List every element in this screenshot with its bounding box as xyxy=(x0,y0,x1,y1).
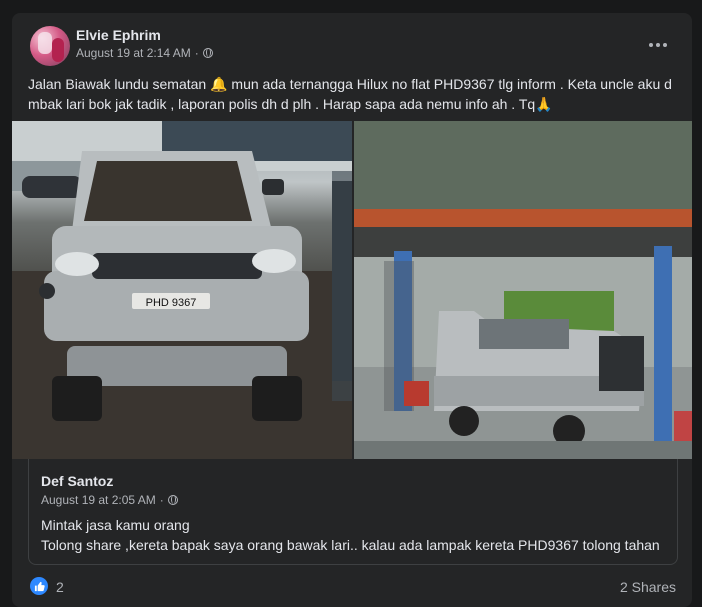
shared-line-2: Tolong share ,kereta bapak saya orang ba… xyxy=(41,537,660,553)
post-author-name[interactable]: Elvie Ephrim xyxy=(76,27,161,43)
more-options-icon[interactable] xyxy=(640,35,676,55)
reaction-count[interactable]: 2 xyxy=(56,579,64,595)
like-icon[interactable] xyxy=(30,577,48,595)
shared-meta: August 19 at 2:05 AM · xyxy=(41,493,178,507)
photo-front-view[interactable]: PHD 9367 xyxy=(12,121,352,459)
pray-emoji-icon: 🙏 xyxy=(535,96,553,112)
shared-post[interactable]: Def Santoz August 19 at 2:05 AM · Mintak… xyxy=(28,459,678,565)
bell-emoji-icon: 🔔 xyxy=(210,76,228,92)
truck-workshop-illustration xyxy=(354,121,692,459)
post-header: Elvie Ephrim August 19 at 2:14 AM · xyxy=(12,13,692,73)
shared-body-text: Mintak jasa kamu orang Tolong share ,ker… xyxy=(41,515,671,555)
photo-workshop-view[interactable] xyxy=(354,121,692,459)
shared-author-name[interactable]: Def Santoz xyxy=(41,473,113,489)
globe-icon[interactable] xyxy=(167,495,178,505)
license-plate: PHD 9367 xyxy=(146,297,197,309)
truck-front-illustration: PHD 9367 xyxy=(12,121,352,459)
share-count[interactable]: 2 Shares xyxy=(620,579,676,595)
globe-icon[interactable] xyxy=(202,48,213,58)
post-timestamp[interactable]: August 19 at 2:14 AM xyxy=(76,46,191,60)
post-card: Elvie Ephrim August 19 at 2:14 AM · Jala… xyxy=(12,13,692,607)
post-body-text: Jalan Biawak lundu sematan 🔔 mun ada ter… xyxy=(28,76,672,112)
post-footer: 2 2 Shares xyxy=(12,573,692,603)
shared-line-1: Mintak jasa kamu orang xyxy=(41,517,190,533)
author-avatar[interactable] xyxy=(30,26,70,66)
post-meta: August 19 at 2:14 AM · xyxy=(76,46,213,60)
shared-timestamp[interactable]: August 19 at 2:05 AM xyxy=(41,493,156,507)
